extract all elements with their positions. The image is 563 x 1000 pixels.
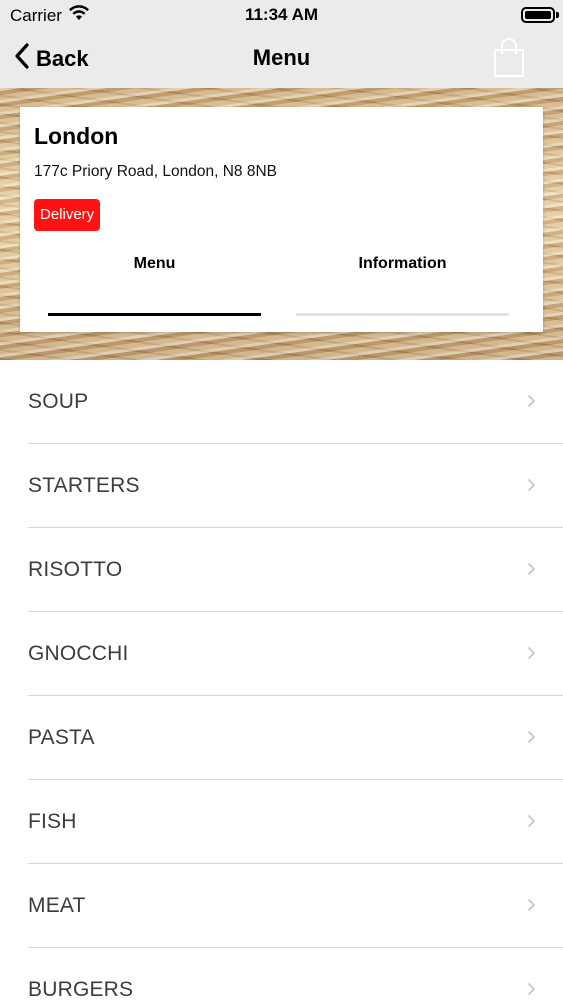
chevron-right-icon	[527, 898, 536, 912]
status-bar: Carrier 11:34 AM	[0, 0, 563, 30]
category-label: GNOCCHI	[28, 642, 129, 665]
chevron-right-icon	[527, 814, 536, 828]
battery-tip	[556, 12, 559, 18]
category-row-starters[interactable]: STARTERS	[0, 444, 563, 528]
cart-button[interactable]	[491, 38, 527, 78]
category-label: SOUP	[28, 390, 89, 413]
tab-information-indicator	[296, 313, 509, 316]
category-row-risotto[interactable]: RISOTTO	[0, 528, 563, 612]
chevron-right-icon	[527, 730, 536, 744]
delivery-badge: Delivery	[34, 199, 101, 231]
shopping-bag-icon	[491, 38, 527, 82]
category-label: PASTA	[28, 726, 95, 749]
chevron-right-icon	[527, 478, 536, 492]
category-label: MEAT	[28, 894, 86, 917]
category-row-fish[interactable]: FISH	[0, 780, 563, 864]
category-label: STARTERS	[28, 474, 140, 497]
store-card: London 177c Priory Road, London, N8 8NB …	[20, 107, 543, 332]
category-label: FISH	[28, 810, 77, 833]
category-row-burgers[interactable]: BURGERS	[0, 948, 563, 1000]
category-label: BURGERS	[28, 978, 134, 1000]
category-row-gnocchi[interactable]: GNOCCHI	[0, 612, 563, 696]
store-address: 177c Priory Road, London, N8 8NB	[34, 163, 277, 180]
category-label: RISOTTO	[28, 558, 123, 581]
chevron-right-icon	[527, 982, 536, 996]
chevron-right-icon	[527, 394, 536, 408]
chevron-right-icon	[527, 646, 536, 660]
category-list: SOUP STARTERS RISOTTO GNOCCHI PASTA FISH…	[0, 360, 563, 1000]
chevron-right-icon	[527, 562, 536, 576]
tab-information[interactable]: Information	[296, 255, 509, 273]
category-row-soup[interactable]: SOUP	[0, 360, 563, 444]
category-row-pasta[interactable]: PASTA	[0, 696, 563, 780]
status-time: 11:34 AM	[244, 5, 319, 24]
navigation-bar: Back Menu	[0, 30, 563, 88]
tab-menu[interactable]: Menu	[48, 255, 261, 273]
tab-menu-indicator	[48, 313, 261, 316]
store-name: London	[34, 123, 119, 149]
battery-icon	[521, 7, 555, 23]
category-row-meat[interactable]: MEAT	[0, 864, 563, 948]
hero-banner: London 177c Priory Road, London, N8 8NB …	[0, 88, 563, 360]
page-title: Menu	[252, 45, 311, 70]
